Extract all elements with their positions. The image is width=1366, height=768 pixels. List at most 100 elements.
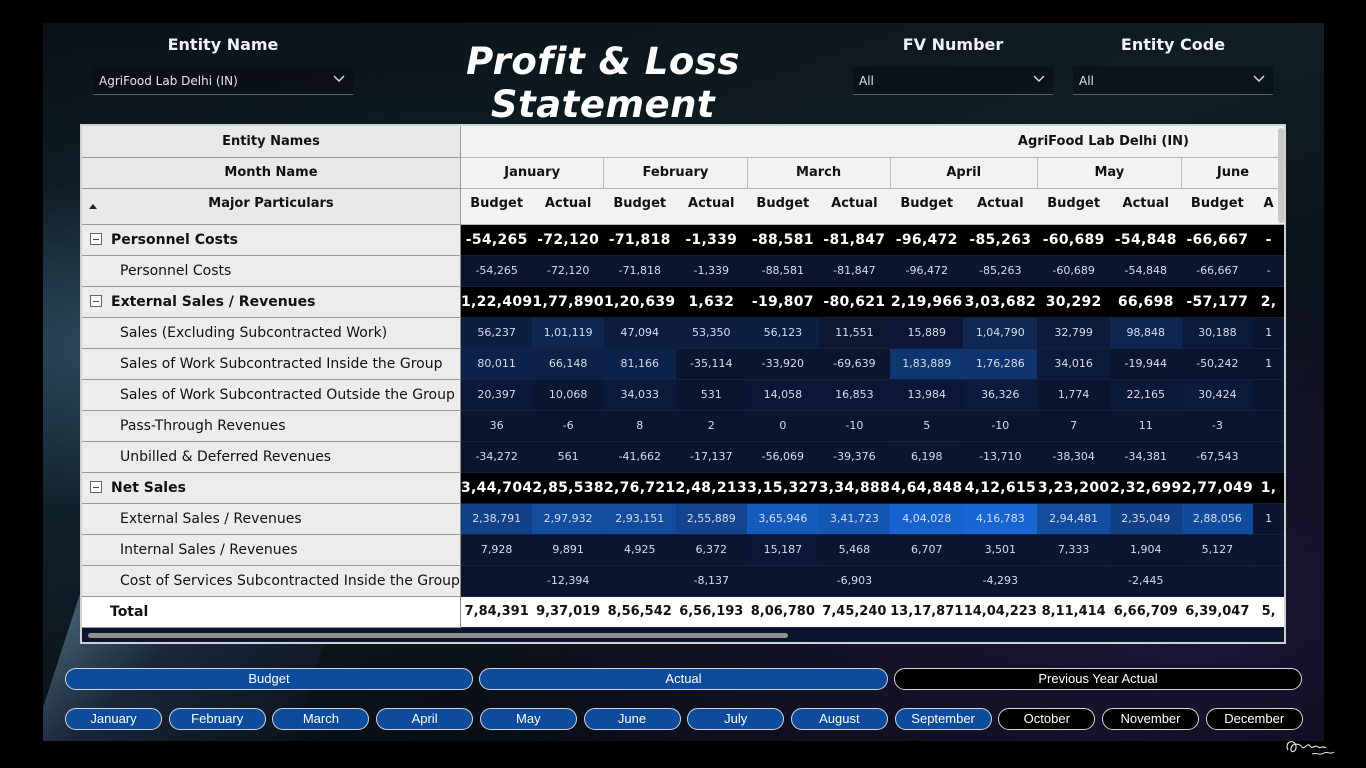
table-row[interactable]: Sales (Excluding Subcontracted Work) 56,2… bbox=[82, 317, 1284, 349]
month-button[interactable]: December bbox=[1205, 708, 1303, 730]
measure-header[interactable]: Actual bbox=[963, 188, 1038, 225]
measure-header[interactable]: Budget bbox=[1037, 188, 1111, 225]
horizontal-scrollbar[interactable] bbox=[88, 633, 788, 638]
month-button[interactable]: April bbox=[376, 708, 474, 730]
total-cell: 14,04,223 bbox=[963, 595, 1038, 628]
row-label-text: Sales of Work Subcontracted Outside the … bbox=[120, 386, 455, 403]
entity-code-dropdown[interactable]: All bbox=[1073, 67, 1273, 95]
month-button[interactable]: November bbox=[1102, 708, 1199, 730]
value-cell: 2,97,932 bbox=[532, 503, 604, 535]
value-cell: 6,707 bbox=[890, 534, 964, 566]
month-button[interactable]: September bbox=[894, 708, 992, 730]
value-cell: 1,20,639 bbox=[603, 286, 676, 318]
header-major-particulars[interactable]: Major Particulars bbox=[82, 188, 461, 225]
value-cell: 4,64,848 bbox=[890, 472, 964, 504]
measure-header[interactable]: Budget bbox=[747, 188, 819, 225]
value-cell: 1,774 bbox=[1037, 379, 1111, 411]
fv-number-value: All bbox=[859, 73, 874, 88]
group-row[interactable]: Net Sales 3,44,704 2,85,538 2,76,721 2,48,21… bbox=[82, 472, 1284, 504]
measure-header[interactable]: Budget bbox=[603, 188, 676, 225]
month-header[interactable]: May bbox=[1036, 157, 1182, 189]
vertical-scrollbar[interactable] bbox=[1278, 128, 1284, 223]
table-row[interactable]: Sales of Work Subcontracted Outside the … bbox=[82, 379, 1284, 411]
value-cell: -72,120 bbox=[532, 224, 604, 256]
matrix-table: Entity Names AgriFood Lab Delhi (IN) Month… bbox=[82, 126, 1284, 628]
measure-header[interactable]: Budget bbox=[1181, 188, 1254, 225]
value-cell: 11,551 bbox=[818, 317, 891, 349]
value-cell: -66,667 bbox=[1181, 224, 1254, 256]
measure-header[interactable]: Budget bbox=[890, 188, 964, 225]
month-button[interactable]: October bbox=[998, 708, 1096, 730]
value-cell: 2,88,056 bbox=[1181, 503, 1254, 535]
sort-ascending-icon[interactable] bbox=[89, 204, 97, 209]
group-row[interactable]: External Sales / Revenues 1,22,409 1,77,89… bbox=[82, 286, 1284, 318]
month-button[interactable]: February bbox=[168, 708, 266, 730]
chevron-down-icon bbox=[333, 72, 345, 84]
value-cell: 2,38,791 bbox=[460, 503, 533, 535]
total-cell: 5, bbox=[1253, 595, 1284, 628]
month-button[interactable]: July bbox=[687, 708, 785, 730]
value-cell: 2 bbox=[675, 410, 748, 442]
table-row[interactable]: Personnel Costs -54,265 -72,120 -71,818 -1,3… bbox=[82, 255, 1284, 287]
value-cell: -66,667 bbox=[1181, 255, 1254, 287]
value-cell: 1 bbox=[1253, 348, 1284, 380]
table-row[interactable]: Sales of Work Subcontracted Inside the G… bbox=[82, 348, 1284, 380]
total-cell: 8,06,780 bbox=[747, 595, 819, 628]
value-cell: 1,76,286 bbox=[963, 348, 1038, 380]
signature-logo bbox=[1286, 741, 1335, 755]
measure-button[interactable]: Actual bbox=[479, 668, 888, 690]
entity-name-dropdown[interactable]: AgriFood Lab Delhi (IN) bbox=[93, 67, 353, 95]
measure-button[interactable]: Previous Year Actual bbox=[894, 668, 1302, 690]
collapse-icon[interactable] bbox=[90, 294, 102, 307]
collapse-icon[interactable] bbox=[90, 232, 102, 245]
month-header[interactable]: March bbox=[746, 157, 891, 189]
entity-code-label: Entity Code bbox=[1120, 35, 1226, 54]
value-cell: 2,19,966 bbox=[890, 286, 964, 318]
value-cell: -35,114 bbox=[675, 348, 748, 380]
row-label: Personnel Costs bbox=[82, 255, 461, 287]
value-cell: 2,76,721 bbox=[603, 472, 676, 504]
month-button[interactable]: August bbox=[790, 708, 888, 730]
measure-header[interactable]: Actual bbox=[1110, 188, 1182, 225]
month-button[interactable]: January bbox=[65, 708, 162, 730]
total-label: Total bbox=[82, 595, 461, 628]
value-cell bbox=[1253, 565, 1284, 597]
measure-button[interactable]: Budget bbox=[65, 668, 473, 690]
month-header[interactable]: January bbox=[459, 157, 604, 189]
measure-header[interactable]: Actual bbox=[818, 188, 891, 225]
group-row[interactable]: Personnel Costs -54,265 -72,120 -71,818 -1,3… bbox=[82, 224, 1284, 256]
table-row[interactable]: Unbilled & Deferred Revenues -34,272 561 -4… bbox=[82, 441, 1284, 473]
value-cell bbox=[1253, 410, 1284, 442]
value-cell: 1,632 bbox=[675, 286, 748, 318]
table-row[interactable]: External Sales / Revenues 2,38,791 2,97,93… bbox=[82, 503, 1284, 535]
value-cell: 80,011 bbox=[460, 348, 533, 380]
month-button[interactable]: March bbox=[272, 708, 370, 730]
value-cell: 14,058 bbox=[747, 379, 819, 411]
collapse-icon[interactable] bbox=[90, 480, 102, 493]
value-cell: 81,166 bbox=[603, 348, 676, 380]
header-entity-value: AgriFood Lab Delhi (IN) bbox=[460, 126, 1284, 158]
table-row[interactable]: Internal Sales / Revenues 7,928 9,891 4,925… bbox=[82, 534, 1284, 566]
table-row[interactable]: Cost of Services Subcontracted Inside th… bbox=[82, 565, 1284, 597]
month-button[interactable]: May bbox=[479, 708, 577, 730]
total-cell: 9,37,019 bbox=[532, 595, 604, 628]
fv-number-dropdown[interactable]: All bbox=[853, 67, 1053, 95]
month-header[interactable]: June bbox=[1181, 157, 1284, 189]
value-cell: 15,889 bbox=[890, 317, 964, 349]
row-label-text: Unbilled & Deferred Revenues bbox=[120, 448, 332, 465]
table-row[interactable]: Pass-Through Revenues 36 -6 8 2 0 -10 5 -10 7 11 -3 bbox=[82, 410, 1284, 442]
value-cell bbox=[1253, 534, 1284, 566]
measure-header[interactable]: Actual bbox=[675, 188, 748, 225]
month-button[interactable]: June bbox=[583, 708, 681, 730]
month-header[interactable]: February bbox=[603, 157, 748, 189]
month-header[interactable]: April bbox=[889, 157, 1038, 189]
row-label: Unbilled & Deferred Revenues bbox=[82, 441, 461, 473]
value-cell: -2,445 bbox=[1110, 565, 1182, 597]
value-cell: 32,799 bbox=[1037, 317, 1111, 349]
value-cell: -10 bbox=[963, 410, 1038, 442]
value-cell: -6,903 bbox=[818, 565, 891, 597]
value-cell: -80,621 bbox=[818, 286, 891, 318]
value-cell: 1 bbox=[1253, 503, 1284, 535]
measure-header[interactable]: Budget bbox=[460, 188, 533, 225]
measure-header[interactable]: Actual bbox=[532, 188, 604, 225]
